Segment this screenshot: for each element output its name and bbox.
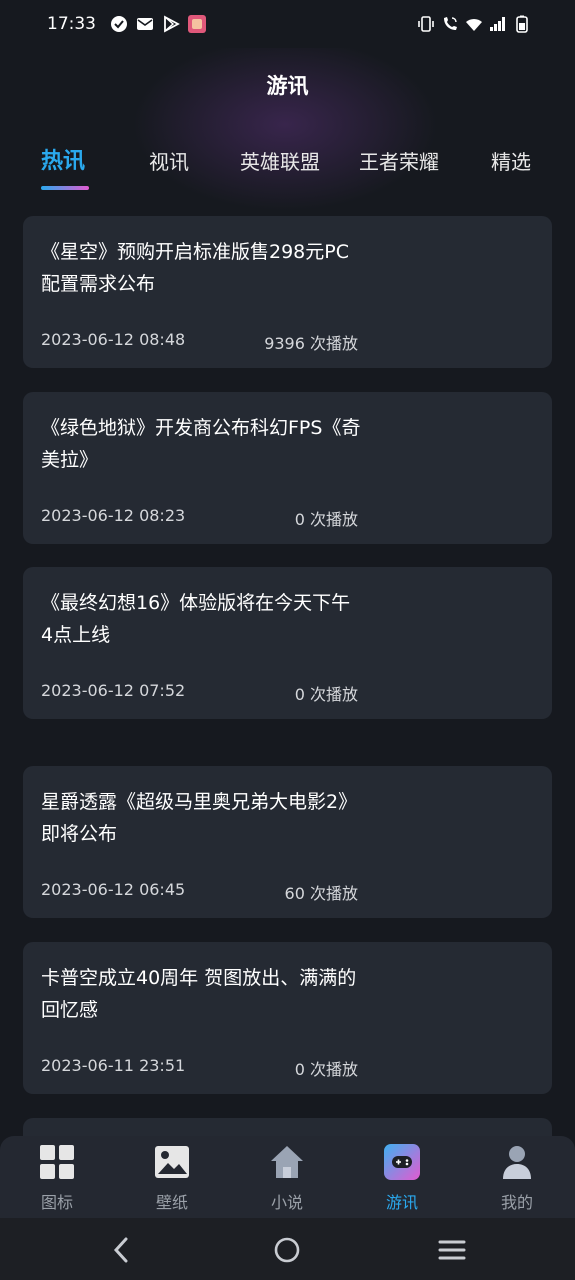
system-nav-bar <box>0 1218 575 1280</box>
tab-video-news[interactable]: 视讯 <box>149 146 189 175</box>
news-play-count: 0 次播放 <box>294 1060 358 1079</box>
nav-label: 我的 <box>500 1193 533 1212</box>
recents-icon[interactable] <box>438 1236 466 1264</box>
news-title: 《最终幻想16》体验版将在今天下午4点上线 <box>41 592 351 646</box>
status-bar: 17:33 <box>0 0 575 48</box>
nav-wallpaper[interactable]: 壁纸 <box>127 1144 217 1213</box>
home-icon <box>271 1146 303 1178</box>
back-icon[interactable] <box>108 1236 136 1264</box>
news-date: 2023-06-12 07:52 <box>41 681 186 700</box>
tab-hot-news[interactable]: 热讯 <box>41 143 85 175</box>
image-icon <box>155 1146 189 1178</box>
news-date: 2023-06-12 06:45 <box>41 880 186 899</box>
grid-icon <box>40 1145 74 1179</box>
news-play-count: 60 次播放 <box>284 884 358 903</box>
tab-featured[interactable]: 精选 <box>491 146 531 175</box>
gamepad-icon <box>384 1144 420 1180</box>
nav-icons[interactable]: 图标 <box>12 1144 102 1213</box>
news-card[interactable]: 星爵透露《超级马里奥兄弟大电影2》即将公布 2023-06-12 06:45 6… <box>23 766 552 918</box>
news-title: 星爵透露《超级马里奥兄弟大电影2》即将公布 <box>41 791 358 845</box>
news-date: 2023-06-12 08:23 <box>41 506 186 525</box>
nav-me[interactable]: 我的 <box>472 1144 562 1213</box>
nav-label: 小说 <box>270 1193 303 1212</box>
news-play-count: 9396 次播放 <box>264 334 358 353</box>
check-circle-icon <box>111 16 127 32</box>
news-date: 2023-06-11 23:51 <box>41 1056 186 1075</box>
bottom-nav: 图标 壁纸 小说 游讯 我的 <box>0 1136 575 1218</box>
nav-label: 图标 <box>40 1193 73 1212</box>
news-card[interactable]: 《最终幻想16》体验版将在今天下午4点上线 2023-06-12 07:52 0… <box>23 567 552 719</box>
nav-novel[interactable]: 小说 <box>242 1144 332 1213</box>
category-tabs: 热讯 视讯 英雄联盟 王者荣耀 精选 <box>0 140 575 194</box>
news-title: 《绿色地狱》开发商公布科幻FPS《奇美拉》 <box>41 417 361 471</box>
news-date: 2023-06-12 08:48 <box>41 330 186 349</box>
active-tab-indicator <box>41 186 89 190</box>
status-time: 17:33 <box>47 14 96 34</box>
nav-label: 壁纸 <box>155 1193 188 1212</box>
mail-icon <box>137 18 153 30</box>
news-card[interactable]: 《绿色地狱》开发商公布科幻FPS《奇美拉》 2023-06-12 08:23 0… <box>23 392 552 544</box>
tab-honor-of-kings[interactable]: 王者荣耀 <box>359 146 439 175</box>
news-play-count: 0 次播放 <box>294 685 358 704</box>
tab-league-of-legends[interactable]: 英雄联盟 <box>240 146 320 175</box>
signal-icon <box>490 17 505 31</box>
app-badge-icon <box>188 15 206 33</box>
news-play-count: 0 次播放 <box>294 510 358 529</box>
battery-icon <box>516 15 528 33</box>
news-card[interactable]: 卡普空成立40周年 贺图放出、满满的回忆感 2023-06-11 23:51 0… <box>23 942 552 1094</box>
home-button-icon[interactable] <box>273 1236 301 1264</box>
wifi-call-icon <box>444 17 457 30</box>
wifi-icon <box>466 18 482 31</box>
nav-game-news[interactable]: 游讯 <box>357 1144 447 1213</box>
vibrate-icon <box>418 16 434 32</box>
page-title: 游讯 <box>266 74 309 98</box>
news-title: 《星空》预购开启标准版售298元PC配置需求公布 <box>41 241 349 295</box>
nav-label: 游讯 <box>385 1193 418 1212</box>
news-card[interactable]: 《星空》预购开启标准版售298元PC配置需求公布 2023-06-12 08:4… <box>23 216 552 368</box>
play-store-icon <box>164 15 180 33</box>
news-title: 卡普空成立40周年 贺图放出、满满的回忆感 <box>41 967 357 1021</box>
user-icon <box>503 1146 531 1179</box>
